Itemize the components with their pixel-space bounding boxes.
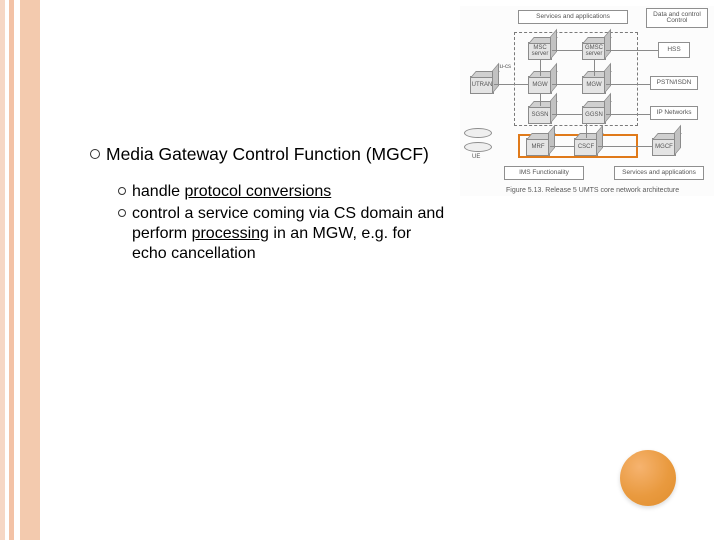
dia-line <box>540 60 541 76</box>
sub-bullet-2-text: control a service coming via CS domain a… <box>132 204 450 264</box>
dia-cscf-cube: CSCF <box>574 138 598 156</box>
main-bullet: Media Gateway Control Function (MGCF) <box>90 144 450 166</box>
dia-line <box>552 84 582 85</box>
dia-mgw1-cube: MGW <box>528 76 552 94</box>
dia-mgw2-cube: MGW <box>582 76 606 94</box>
dia-caption: Figure 5.13. Release 5 UMTS core network… <box>506 187 679 194</box>
dia-line <box>552 114 582 115</box>
dia-utran-cube: UTRAN <box>470 76 494 94</box>
dia-line <box>552 50 582 51</box>
dia-line <box>606 114 650 115</box>
dia-line <box>494 84 528 85</box>
dia-ue-label: UE <box>472 154 480 160</box>
main-bullet-text: Media Gateway Control Function (MGCF) <box>106 144 429 166</box>
dia-line <box>606 84 650 85</box>
dia-iucs-label: Iu-cs <box>498 64 511 70</box>
dia-gmsc-cube: GMSC server <box>582 42 606 60</box>
dia-svc-box: Services and applications <box>614 166 704 180</box>
bullet-icon <box>90 149 100 159</box>
architecture-diagram: Services and applications Data and contr… <box>460 6 714 196</box>
sub-bullet-list: handle protocol conversions control a se… <box>118 182 450 264</box>
dia-pstn-box: PSTN/ISDN <box>650 76 698 90</box>
dia-line <box>598 146 652 147</box>
underlined-text: protocol conversions <box>185 183 332 200</box>
dia-ue-ellipse-2 <box>464 142 492 152</box>
sub-bullet-1-text: handle protocol conversions <box>132 182 331 202</box>
dia-msc-cube: MSC server <box>528 42 552 60</box>
dia-ims-box: IMS Functionality <box>504 166 584 180</box>
slide-root: Media Gateway Control Function (MGCF) ha… <box>0 0 720 540</box>
dia-sgsn-cube: SGSN <box>528 106 552 124</box>
sub-bullet-1: handle protocol conversions <box>118 182 450 202</box>
bullet-icon <box>118 187 126 195</box>
accent-circle <box>620 450 676 506</box>
content-area: Media Gateway Control Function (MGCF) ha… <box>90 144 450 266</box>
dia-control-box: Data and control Control <box>646 8 708 28</box>
dia-line <box>550 146 574 147</box>
underlined-text: processing <box>192 225 269 242</box>
sub-bullet-2: control a service coming via CS domain a… <box>118 204 450 264</box>
dia-ue-ellipse-1 <box>464 128 492 138</box>
dia-hss-box: HSS <box>658 42 690 58</box>
dia-services-box: Services and applications <box>518 10 628 24</box>
dia-ipnetworks-box: IP Networks <box>650 106 698 120</box>
dia-line <box>586 124 587 138</box>
text-fragment: handle <box>132 183 185 200</box>
dia-line <box>540 94 541 106</box>
bullet-icon <box>118 209 126 217</box>
dia-line <box>594 60 595 76</box>
dia-ggsn-cube: GGSN <box>582 106 606 124</box>
left-accent-stripes <box>0 0 42 540</box>
dia-mrf-cube: MRF <box>526 138 550 156</box>
dia-line <box>606 50 658 51</box>
dia-mgcf-cube: MGCF <box>652 138 676 156</box>
